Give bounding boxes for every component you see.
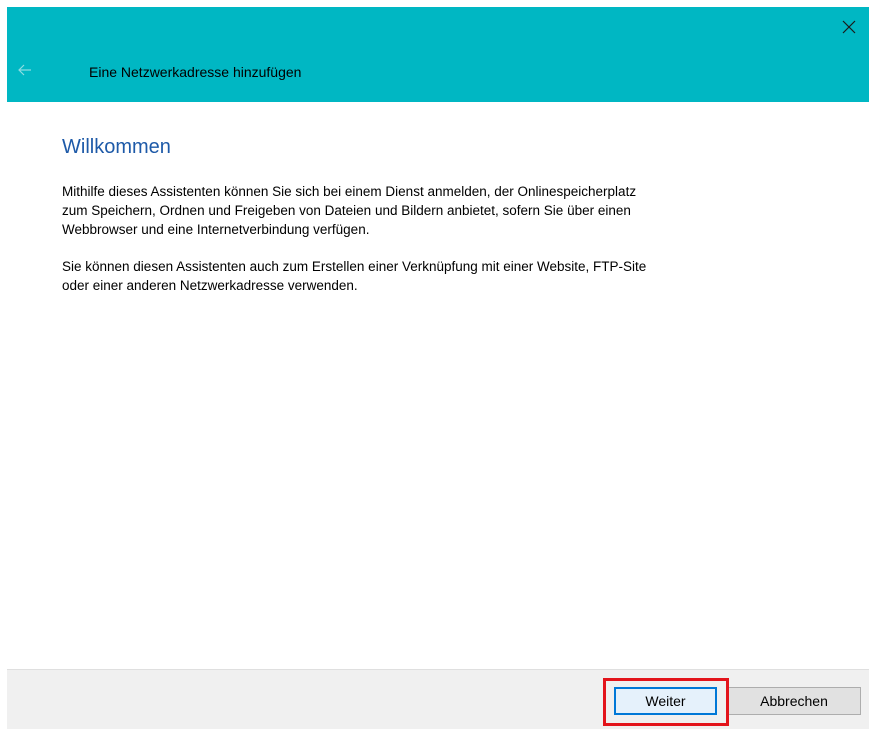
secondary-paragraph: Sie können diesen Assistenten auch zum E… xyxy=(62,259,647,293)
title-bar: Eine Netzwerkadresse hinzufügen xyxy=(7,7,869,102)
window-title: Eine Netzwerkadresse hinzufügen xyxy=(89,64,302,80)
cancel-button[interactable]: Abbrechen xyxy=(727,687,861,715)
wizard-window: Eine Netzwerkadresse hinzufügen Willkomm… xyxy=(0,0,869,729)
back-arrow-icon xyxy=(18,64,31,76)
intro-paragraph: Mithilfe dieses Assistenten können Sie s… xyxy=(62,184,637,237)
back-button[interactable] xyxy=(11,59,39,81)
close-icon xyxy=(842,20,856,34)
wizard-content: Willkommen Mithilfe dieses Assistenten k… xyxy=(62,134,822,313)
page-heading: Willkommen xyxy=(62,136,171,158)
next-button[interactable]: Weiter xyxy=(614,687,717,715)
button-bar: Weiter Abbrechen xyxy=(7,669,869,729)
close-button[interactable] xyxy=(829,7,869,47)
